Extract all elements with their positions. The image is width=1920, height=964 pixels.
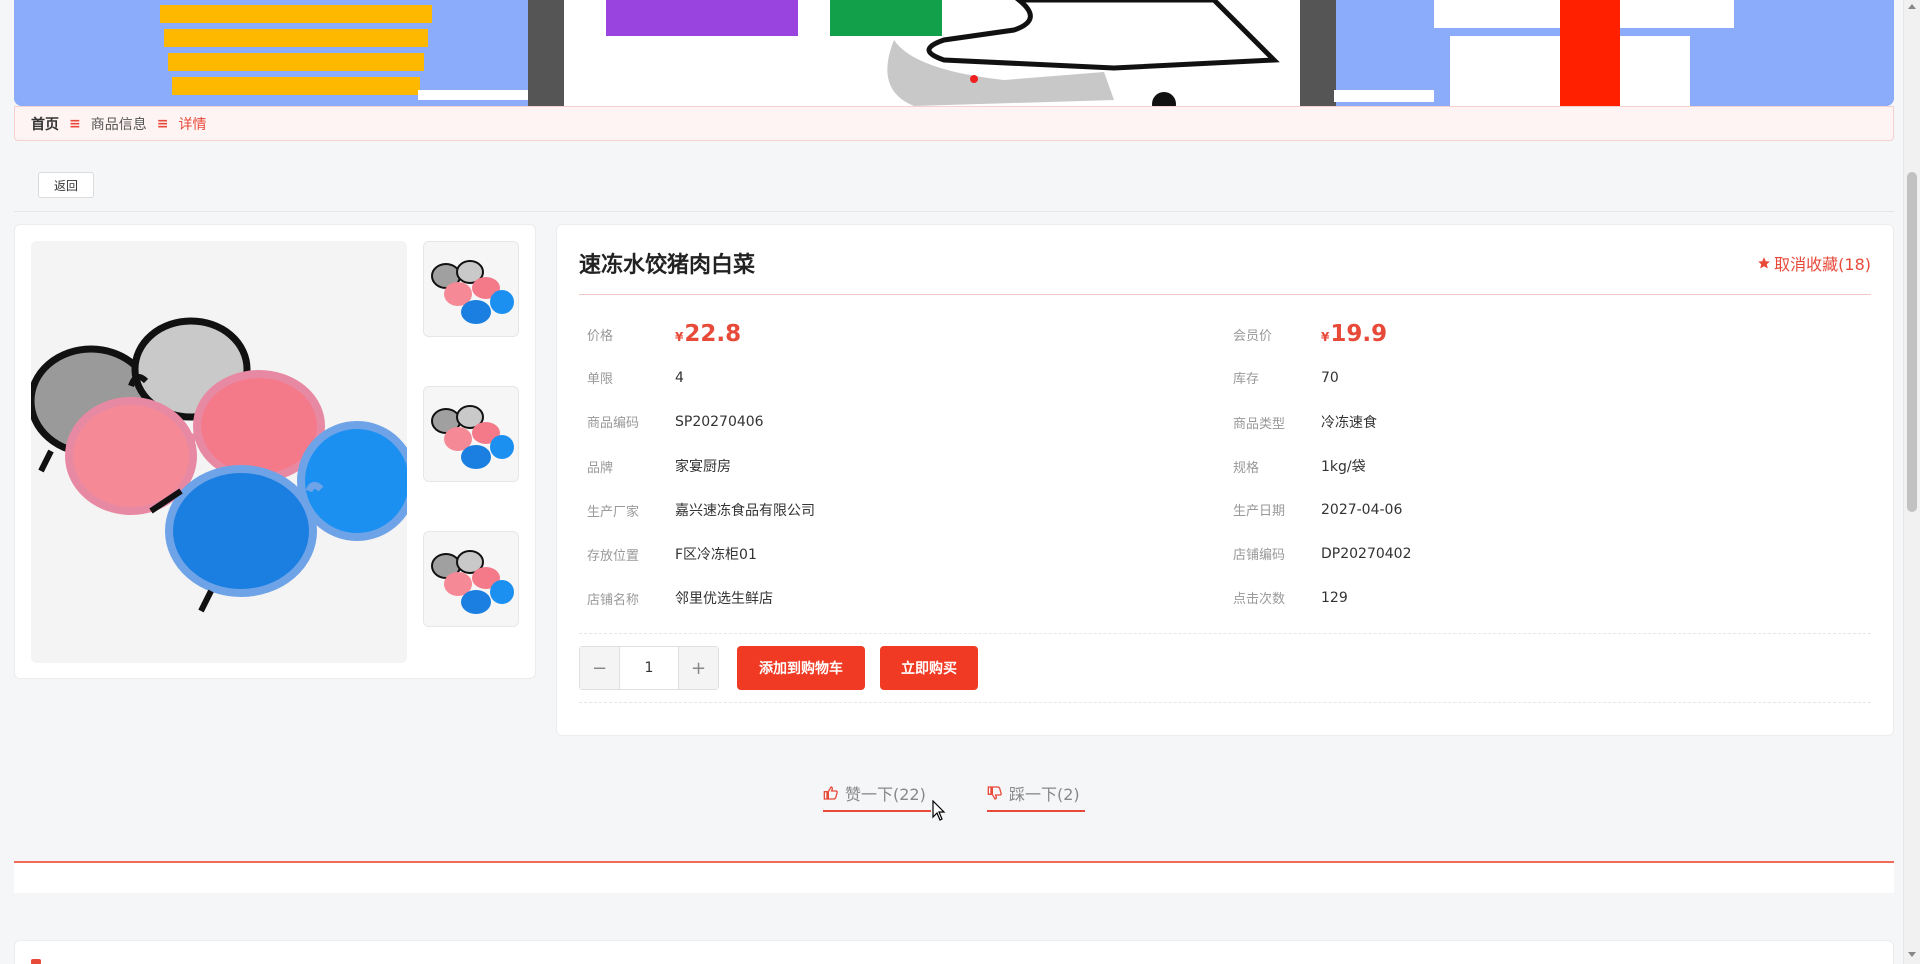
location-field: 存放位置 F区冷冻柜01 xyxy=(587,544,757,564)
spec-value: 1kg/袋 xyxy=(1321,459,1366,475)
brand-field: 品牌 家宴厨房 xyxy=(587,456,731,476)
member-price-field: 会员价 ¥19.9 xyxy=(1233,321,1387,347)
product-gallery xyxy=(14,224,536,679)
store-name-value: 邻里优选生鲜店 xyxy=(675,591,773,607)
like-button[interactable]: 赞一下(22) xyxy=(823,776,931,812)
spec-label: 规格 xyxy=(1233,460,1260,476)
price-label: 价格 xyxy=(587,328,614,344)
banner-carousel[interactable] xyxy=(14,0,1894,106)
increase-button[interactable]: + xyxy=(679,647,718,689)
scroll-up-icon[interactable] xyxy=(1908,4,1916,9)
clicks-label: 点击次数 xyxy=(1233,592,1286,607)
stock-label: 库存 xyxy=(1233,372,1260,387)
product-thumbnail[interactable] xyxy=(423,386,519,482)
code-value: SP20270406 xyxy=(675,413,764,430)
date-value: 2027-04-06 xyxy=(1321,501,1403,518)
limit-field: 单限 4 xyxy=(587,368,684,388)
banner-image xyxy=(14,0,1894,106)
unfavorite-button[interactable]: 取消收藏(18) xyxy=(1757,251,1871,275)
mouse-cursor-icon xyxy=(932,800,946,821)
star-icon xyxy=(1758,257,1770,269)
breadcrumb: 首页 ≡ 商品信息 ≡ 详情 xyxy=(14,106,1894,141)
divider xyxy=(579,702,1871,703)
store-name-label: 店铺名称 xyxy=(587,592,640,608)
product-thumbnail[interactable] xyxy=(423,531,519,627)
breadcrumb-product-info[interactable]: 商品信息 xyxy=(91,114,147,134)
breadcrumb-separator: ≡ xyxy=(69,115,81,132)
title-divider xyxy=(579,294,1871,295)
divider xyxy=(14,211,1894,212)
stock-field: 库存 70 xyxy=(1233,368,1339,388)
maker-value: 嘉兴速冻食品有限公司 xyxy=(675,503,815,519)
quantity-stepper[interactable]: − + xyxy=(579,646,719,690)
brand-value: 家宴厨房 xyxy=(675,459,731,475)
location-label: 存放位置 xyxy=(587,548,640,564)
type-value: 冷冻速食 xyxy=(1321,415,1377,431)
store-code-field: 店铺编码 DP20270402 xyxy=(1233,544,1412,564)
limit-value: 4 xyxy=(675,369,684,386)
maker-label: 生产厂家 xyxy=(587,504,640,520)
thumbs-up-icon xyxy=(823,786,838,800)
dislike-label: 踩一下(2) xyxy=(1009,785,1080,804)
member-price-label: 会员价 xyxy=(1233,328,1273,344)
store-code-label: 店铺编码 xyxy=(1233,548,1286,563)
member-price-value: ¥19.9 xyxy=(1321,321,1388,347)
store-name-field: 店铺名称 邻里优选生鲜店 xyxy=(587,588,773,608)
divider xyxy=(579,633,1871,634)
bottom-card xyxy=(14,940,1894,964)
favorite-label: 取消收藏(18) xyxy=(1774,255,1871,274)
scrollbar[interactable] xyxy=(1903,0,1920,964)
type-label: 商品类型 xyxy=(1233,416,1286,432)
clicks-value: 129 xyxy=(1321,589,1348,606)
quantity-input[interactable] xyxy=(619,647,679,689)
price-value: ¥22.8 xyxy=(675,321,742,347)
like-label: 赞一下(22) xyxy=(845,785,926,804)
breadcrumb-separator: ≡ xyxy=(156,115,169,132)
buy-now-button[interactable]: 立即购买 xyxy=(880,646,978,690)
decrease-button[interactable]: − xyxy=(580,647,619,689)
limit-label: 单限 xyxy=(587,372,614,387)
product-main-image xyxy=(31,241,407,663)
product-title: 速冻水饺猪肉白菜 xyxy=(579,253,756,278)
date-field: 生产日期 2027-04-06 xyxy=(1233,500,1403,520)
code-field: 商品编码 SP20270406 xyxy=(587,412,764,432)
brand-label: 品牌 xyxy=(587,460,614,476)
product-detail-panel: 速冻水饺猪肉白菜 取消收藏(18) 价格 ¥22.8 会员价 ¥19.9 单限 … xyxy=(556,224,1894,736)
carousel-indicator[interactable] xyxy=(970,75,978,83)
type-field: 商品类型 冷冻速食 xyxy=(1233,412,1377,432)
back-button[interactable]: 返回 xyxy=(38,172,94,198)
product-thumbnail[interactable] xyxy=(423,241,519,337)
store-code-value: DP20270402 xyxy=(1321,545,1412,562)
maker-field: 生产厂家 嘉兴速冻食品有限公司 xyxy=(587,500,815,520)
code-label: 商品编码 xyxy=(587,416,640,431)
date-label: 生产日期 xyxy=(1233,504,1286,519)
scroll-down-icon[interactable] xyxy=(1908,952,1916,957)
tab-strip xyxy=(14,863,1894,893)
add-to-cart-button[interactable]: 添加到购物车 xyxy=(737,646,865,690)
clicks-field: 点击次数 129 xyxy=(1233,588,1348,608)
dislike-button[interactable]: 踩一下(2) xyxy=(987,776,1085,812)
price-field: 价格 ¥22.8 xyxy=(587,321,741,347)
breadcrumb-home[interactable]: 首页 xyxy=(31,114,59,134)
location-value: F区冷冻柜01 xyxy=(675,547,757,563)
thumbs-down-icon xyxy=(987,786,1002,800)
breadcrumb-current: 详情 xyxy=(178,116,207,133)
section-marker xyxy=(31,959,41,964)
stock-value: 70 xyxy=(1321,369,1339,386)
spec-field: 规格 1kg/袋 xyxy=(1233,456,1366,476)
scroll-thumb[interactable] xyxy=(1907,172,1917,512)
